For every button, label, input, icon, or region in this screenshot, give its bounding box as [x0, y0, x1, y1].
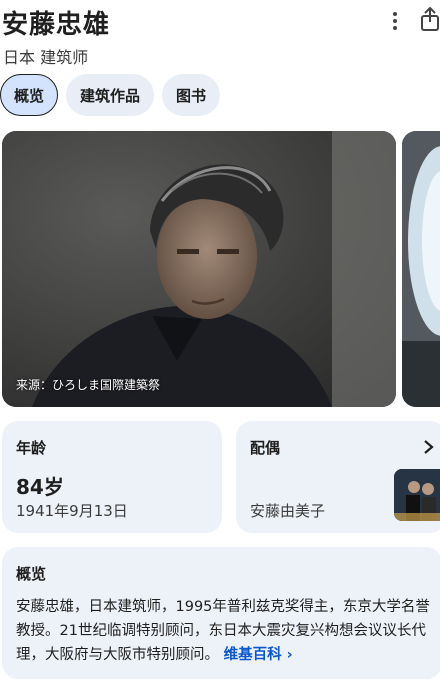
tab-bar: 概览 建筑作品 图书 [0, 74, 221, 116]
more-vert-icon[interactable] [384, 10, 406, 32]
birth-date: 1941年9月13日 [16, 502, 128, 520]
portrait-photo[interactable]: 来源：ひろしま国際建築祭 [2, 131, 396, 407]
overview-text: 安藤忠雄，日本建筑师，1995年普利兹克奖得主，东京大学名誉教授。21世纪临调特… [16, 595, 440, 667]
spouse-label: 配偶 [250, 439, 281, 457]
age-label: 年龄 [16, 439, 47, 457]
spouse-name: 安藤由美子 [250, 502, 326, 520]
age-card: 年龄 84岁 1941年9月13日 [2, 421, 222, 533]
photo-credit: 来源：ひろしま国際建築祭 [16, 378, 161, 392]
tab-books[interactable]: 图书 [162, 74, 221, 116]
spouse-thumbnail[interactable] [394, 469, 440, 521]
tab-works[interactable]: 建筑作品 [66, 74, 155, 116]
chevron-right-icon[interactable] [422, 437, 436, 457]
spouse-card[interactable]: 配偶 安藤由美子 [236, 421, 440, 533]
overview-card: 概览 安藤忠雄，日本建筑师，1995年普利兹克奖得主，东京大学名誉教授。21世纪… [2, 547, 440, 679]
page-title: 安藤忠雄 [2, 10, 111, 40]
overview-label: 概览 [16, 565, 47, 583]
page-subtitle: 日本 建筑师 [3, 48, 89, 67]
share-icon[interactable] [416, 4, 440, 36]
side-photo[interactable] [402, 131, 440, 407]
tab-overview[interactable]: 概览 [0, 74, 59, 116]
wikipedia-link[interactable]: 维基百科 › [224, 647, 293, 663]
age-value: 84岁 [16, 475, 64, 499]
